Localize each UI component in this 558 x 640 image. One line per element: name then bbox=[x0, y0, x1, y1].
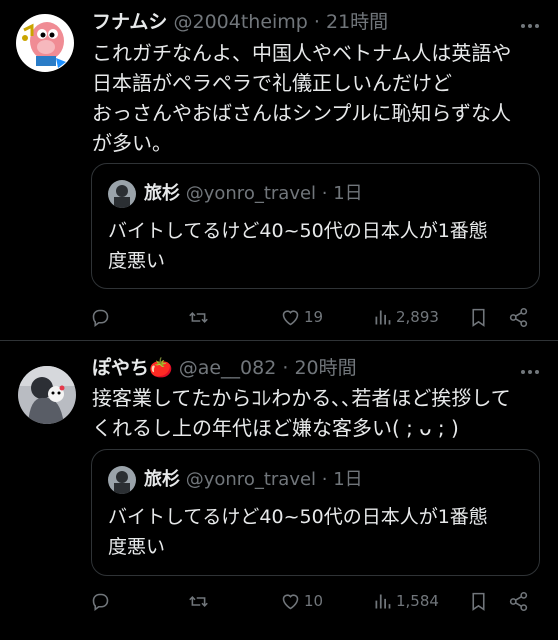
quote-display-name: 旅杉 bbox=[144, 183, 180, 204]
more-icon[interactable] bbox=[518, 360, 542, 384]
share-icon bbox=[509, 307, 528, 327]
share-button[interactable] bbox=[508, 303, 529, 331]
quote-header: 旅杉 @yonro_travel · 1日 bbox=[144, 182, 363, 206]
reply-button[interactable] bbox=[90, 303, 111, 331]
retweet-button[interactable] bbox=[188, 587, 209, 615]
like-icon bbox=[282, 593, 299, 609]
bookmark-icon bbox=[472, 592, 485, 611]
user-handle[interactable]: @2004theimp bbox=[173, 11, 307, 33]
quote-display-name: 旅杉 bbox=[144, 469, 180, 490]
tweet-header: ぽやち🍅 @ae__082 · 20時間 bbox=[92, 356, 357, 380]
like-count: 10 bbox=[304, 592, 324, 610]
display-name[interactable]: ぽやち🍅 bbox=[92, 357, 173, 379]
tweet-card[interactable]: ぽやち🍅 @ae__082 · 20時間 接客業してたからｺﾚわかる､､若者ほど… bbox=[0, 340, 558, 640]
share-button[interactable] bbox=[508, 587, 529, 615]
timestamp[interactable]: · 20時間 bbox=[282, 357, 356, 379]
quote-header: 旅杉 @yonro_travel · 1日 bbox=[144, 468, 363, 492]
reply-icon bbox=[92, 309, 109, 327]
like-count: 19 bbox=[304, 308, 324, 326]
share-icon bbox=[509, 591, 528, 611]
user-handle[interactable]: @ae__082 bbox=[179, 357, 277, 379]
view-count: 2,893 bbox=[396, 308, 439, 326]
tweet-text: 接客業してたからｺﾚわかる､､若者ほど挨拶して くれるし上の年代ほど嫌な客多い(… bbox=[92, 386, 511, 440]
view-count: 1,584 bbox=[396, 592, 439, 610]
quote-avatar bbox=[108, 466, 136, 494]
reply-icon bbox=[92, 593, 109, 611]
bookmark-button[interactable] bbox=[468, 303, 489, 331]
quote-user-handle: @yonro_travel bbox=[185, 469, 317, 490]
like-icon bbox=[282, 309, 299, 325]
views-button[interactable]: 1,584 bbox=[372, 587, 439, 615]
bookmark-button[interactable] bbox=[468, 587, 489, 615]
retweet-button[interactable] bbox=[188, 303, 209, 331]
quoted-tweet[interactable]: 旅杉 @yonro_travel · 1日 バイトしてるけど40~50代の日本人… bbox=[91, 449, 540, 576]
tweet-text: これガチなんよ、中国人やベトナム人は英語や 日本語がペラペラで礼儀正しいんだけど… bbox=[92, 41, 512, 155]
quoted-tweet[interactable]: 旅杉 @yonro_travel · 1日 バイトしてるけど40~50代の日本人… bbox=[91, 163, 540, 289]
avatar[interactable] bbox=[16, 14, 74, 72]
action-bar: 10 1,584 bbox=[90, 587, 540, 615]
views-button[interactable]: 2,893 bbox=[372, 303, 439, 331]
like-button[interactable]: 10 bbox=[280, 587, 323, 615]
views-icon bbox=[375, 594, 391, 608]
tweet-header: フナムシ @2004theimp · 21時間 bbox=[92, 10, 388, 34]
quote-timestamp: · 1日 bbox=[321, 183, 363, 204]
timestamp[interactable]: · 21時間 bbox=[314, 11, 388, 33]
tweet-card[interactable]: フナムシ @2004theimp · 21時間 これガチなんよ、中国人やベトナム… bbox=[0, 0, 558, 340]
quote-text: バイトしてるけど40~50代の日本人が1番態 度悪い bbox=[108, 506, 488, 558]
display-name[interactable]: フナムシ bbox=[92, 11, 167, 33]
quote-avatar bbox=[108, 180, 136, 208]
retweet-icon bbox=[189, 595, 208, 607]
avatar[interactable] bbox=[18, 366, 76, 424]
quote-user-handle: @yonro_travel bbox=[185, 183, 317, 204]
retweet-icon bbox=[189, 311, 208, 323]
quote-timestamp: · 1日 bbox=[321, 469, 363, 490]
like-button[interactable]: 19 bbox=[280, 303, 323, 331]
action-bar: 19 2,893 bbox=[90, 303, 540, 331]
views-icon bbox=[375, 310, 391, 324]
more-icon[interactable] bbox=[518, 14, 542, 38]
bookmark-icon bbox=[472, 308, 485, 327]
reply-button[interactable] bbox=[90, 587, 111, 615]
quote-text: バイトしてるけど40~50代の日本人が1番態 度悪い bbox=[108, 220, 488, 272]
